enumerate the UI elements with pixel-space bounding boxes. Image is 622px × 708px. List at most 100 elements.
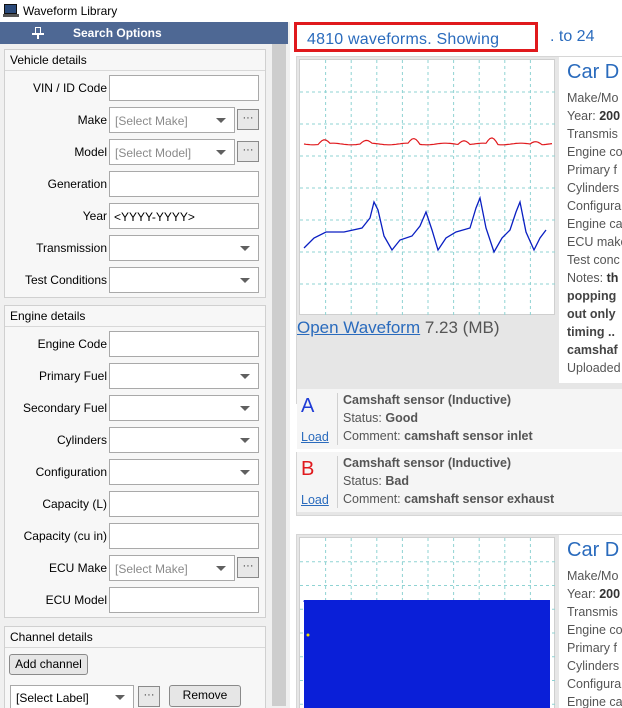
- capacity-l-label: Capacity (L): [42, 497, 107, 511]
- form-row: Transmission: [5, 235, 267, 261]
- waveform-card: Car D Make/Mo Year: 200 Transmis Engine co P…: [296, 534, 622, 708]
- info-line: Notes: th: [567, 271, 619, 285]
- chevron-down-icon: [216, 150, 226, 155]
- info-line: Transmis: [567, 127, 618, 141]
- scrollbar-thumb[interactable]: [272, 44, 286, 706]
- model-select[interactable]: [Select Model]: [109, 139, 235, 165]
- transmission-label: Transmission: [36, 241, 107, 255]
- configuration-select[interactable]: [109, 459, 259, 485]
- channel-name: Camshaft sensor (Inductive): [343, 393, 512, 407]
- results-panel: 4810 waveforms. Showing . to 24 Car D Ma…: [290, 22, 622, 708]
- pin-icon[interactable]: [32, 27, 44, 39]
- open-waveform-link[interactable]: Open Waveform: [297, 318, 420, 337]
- waveform-grid: [300, 60, 556, 316]
- add-channel-button[interactable]: Add channel: [9, 654, 88, 675]
- info-line: Engine ca: [567, 217, 622, 231]
- transmission-select[interactable]: [109, 235, 259, 261]
- info-line: Primary f: [567, 163, 617, 177]
- search-options-panel: Search Options Vehicle details VIN / ID …: [0, 22, 288, 708]
- ecu-make-ellipsis-button[interactable]: ···: [237, 557, 259, 578]
- chevron-down-icon: [240, 278, 250, 283]
- chevron-down-icon: [240, 406, 250, 411]
- window-title: Waveform Library: [23, 4, 118, 18]
- channel-status: Status: Good: [343, 411, 419, 425]
- info-line: Cylinders: [567, 659, 620, 673]
- ecu-make-select-value: [Select Make]: [115, 562, 188, 576]
- channel-name: Camshaft sensor (Inductive): [343, 456, 512, 470]
- configuration-label: Configuration: [35, 465, 107, 479]
- car-details-box: Car D Make/Mo Year: 200 Transmis Engine co P…: [559, 57, 622, 383]
- engine-details-title: Engine details: [10, 309, 86, 323]
- info-line: Engine co: [567, 623, 622, 637]
- search-panel-scrollbar[interactable]: [270, 44, 288, 708]
- generation-input[interactable]: [109, 171, 259, 197]
- engine-code-input[interactable]: [109, 331, 259, 357]
- waveform-graph: [300, 538, 556, 708]
- test-conditions-select[interactable]: [109, 267, 259, 293]
- form-row: Generation: [5, 171, 267, 197]
- channel-details-group: Channel details Add channel [Select Labe…: [4, 626, 266, 708]
- info-line: Engine ca: [567, 695, 622, 708]
- car-details-box: Car D Make/Mo Year: 200 Transmis Engine co P…: [559, 535, 622, 708]
- form-row: Engine Code: [5, 331, 267, 357]
- info-line: Year: 200: [567, 587, 621, 601]
- car-title: Car D: [567, 61, 620, 83]
- channel-status: Status: Bad: [343, 474, 410, 488]
- open-waveform: Open Waveform 7.23 (MB): [297, 318, 500, 338]
- form-row: Cylinders: [5, 427, 267, 453]
- cursor-marker: [306, 633, 310, 637]
- chevron-down-icon: [115, 695, 125, 700]
- channel-label-select[interactable]: [Select Label]: [10, 685, 134, 708]
- channel-details-title: Channel details: [10, 630, 93, 644]
- search-options-title: Search Options: [73, 26, 162, 40]
- form-row: Primary Fuel: [5, 363, 267, 389]
- chevron-down-icon: [240, 246, 250, 251]
- chevron-down-icon: [216, 566, 226, 571]
- load-channel-link[interactable]: Load: [301, 430, 329, 444]
- channel-label-ellipsis-button[interactable]: ···: [138, 686, 160, 707]
- info-line: Primary f: [567, 641, 617, 655]
- title-bar: Waveform Library: [0, 0, 622, 22]
- results-count-box: 4810 waveforms. Showing: [294, 22, 538, 52]
- channel-row-a: A Load Camshaft sensor (Inductive) Statu…: [297, 389, 622, 449]
- make-ellipsis-button[interactable]: ···: [237, 109, 259, 130]
- form-row: VIN / ID Code: [5, 75, 267, 101]
- info-line: Cylinders: [567, 181, 620, 195]
- cylinders-label: Cylinders: [56, 433, 107, 447]
- vin-id-code-input[interactable]: [109, 75, 259, 101]
- waveform-preview[interactable]: [299, 537, 556, 708]
- form-row: Secondary Fuel: [5, 395, 267, 421]
- remove-channel-button[interactable]: Remove: [169, 685, 241, 707]
- capacity-l-input[interactable]: [109, 491, 259, 517]
- uploaded-line: Uploaded: [567, 361, 621, 375]
- secondary-fuel-select[interactable]: [109, 395, 259, 421]
- vehicle-details-title: Vehicle details: [10, 53, 87, 67]
- car-title: Car D: [567, 539, 620, 561]
- info-line: Test conc: [567, 253, 620, 267]
- vehicle-details-group: Vehicle details VIN / ID Code Make [Select…: [4, 49, 266, 298]
- info-line: Configura: [567, 677, 622, 691]
- waveform-graph: [300, 60, 556, 316]
- chevron-down-icon: [240, 438, 250, 443]
- ecu-model-label: ECU Model: [45, 593, 107, 607]
- waveform-preview[interactable]: [299, 59, 556, 316]
- model-ellipsis-button[interactable]: ···: [237, 141, 259, 162]
- capacity-cu-in-input[interactable]: [109, 523, 259, 549]
- generation-label: Generation: [47, 177, 107, 191]
- cylinders-select[interactable]: [109, 427, 259, 453]
- load-channel-link[interactable]: Load: [301, 493, 329, 507]
- engine-details-group: Engine details Engine Code Primary Fuel Se…: [4, 305, 266, 618]
- make-select[interactable]: [Select Make]: [109, 107, 235, 133]
- year-input[interactable]: <YYYY-YYYY>: [109, 203, 259, 229]
- form-row: Test Conditions: [5, 267, 267, 293]
- ecu-make-select[interactable]: [Select Make]: [109, 555, 235, 581]
- info-line: Make/Mo: [567, 569, 619, 583]
- engine-code-label: Engine Code: [37, 337, 107, 351]
- form-row: Year <YYYY-YYYY>: [5, 203, 267, 229]
- primary-fuel-select[interactable]: [109, 363, 259, 389]
- channel-letter: A: [301, 395, 315, 417]
- form-row: Capacity (L): [5, 491, 267, 517]
- model-label: Model: [74, 145, 107, 159]
- chevron-down-icon: [240, 470, 250, 475]
- ecu-model-input[interactable]: [109, 587, 259, 613]
